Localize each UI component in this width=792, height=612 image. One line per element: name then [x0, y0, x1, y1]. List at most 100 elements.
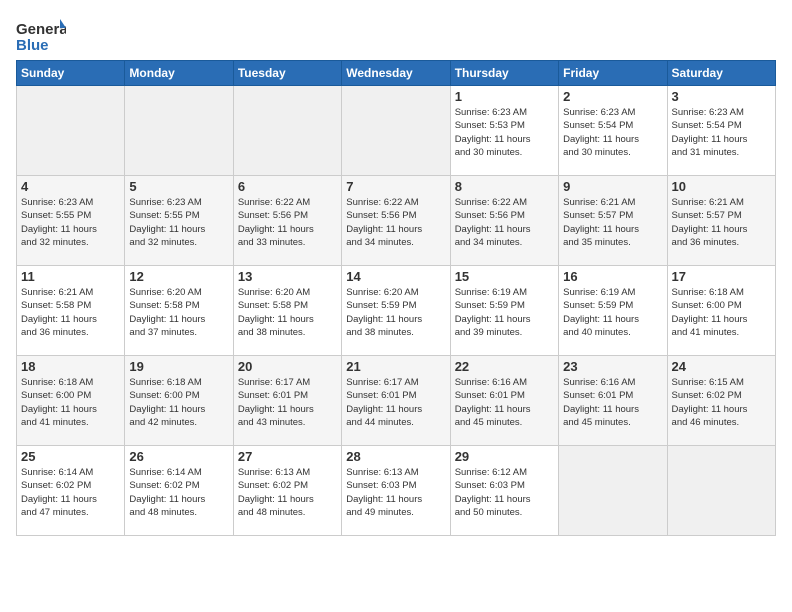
calendar-cell: 17 Sunrise: 6:18 AMSunset: 6:00 PMDayligh… [667, 266, 775, 356]
calendar-cell: 29 Sunrise: 6:12 AMSunset: 6:03 PMDayligh… [450, 446, 558, 536]
day-number: 13 [238, 269, 337, 284]
day-number: 25 [21, 449, 120, 464]
day-info: Sunrise: 6:14 AMSunset: 6:02 PMDaylight:… [21, 466, 120, 519]
day-number: 21 [346, 359, 445, 374]
calendar-cell: 25 Sunrise: 6:14 AMSunset: 6:02 PMDayligh… [17, 446, 125, 536]
calendar-week-row: 1 Sunrise: 6:23 AMSunset: 5:53 PMDaylight… [17, 86, 776, 176]
logo: General Blue [16, 16, 66, 56]
calendar-cell: 26Sunrise: 6:14 AMSunset: 6:02 PMDayligh… [125, 446, 233, 536]
calendar-cell: 3Sunrise: 6:23 AMSunset: 5:54 PMDaylight… [667, 86, 775, 176]
day-info: Sunrise: 6:13 AMSunset: 6:02 PMDaylight:… [238, 466, 337, 519]
day-info: Sunrise: 6:18 AMSunset: 6:00 PMDaylight:… [129, 376, 228, 429]
calendar-header-tuesday: Tuesday [233, 61, 341, 86]
day-number: 19 [129, 359, 228, 374]
day-number: 8 [455, 179, 554, 194]
day-info: Sunrise: 6:20 AMSunset: 5:59 PMDaylight:… [346, 286, 445, 339]
day-number: 2 [563, 89, 662, 104]
day-info: Sunrise: 6:17 AMSunset: 6:01 PMDaylight:… [238, 376, 337, 429]
calendar-week-row: 25 Sunrise: 6:14 AMSunset: 6:02 PMDayligh… [17, 446, 776, 536]
day-number: 15 [455, 269, 554, 284]
day-info: Sunrise: 6:13 AMSunset: 6:03 PMDaylight:… [346, 466, 445, 519]
day-info: Sunrise: 6:12 AMSunset: 6:03 PMDaylight:… [455, 466, 554, 519]
day-number: 4 [21, 179, 120, 194]
calendar-cell: 7 Sunrise: 6:22 AMSunset: 5:56 PMDaylight… [342, 176, 450, 266]
day-info: Sunrise: 6:21 AMSunset: 5:57 PMDaylight:… [672, 196, 771, 249]
day-info: Sunrise: 6:23 AMSunset: 5:54 PMDaylight:… [672, 106, 771, 159]
calendar-cell [667, 446, 775, 536]
calendar-cell: 14 Sunrise: 6:20 AMSunset: 5:59 PMDayligh… [342, 266, 450, 356]
day-number: 6 [238, 179, 337, 194]
calendar-cell: 8 Sunrise: 6:22 AMSunset: 5:56 PMDaylight… [450, 176, 558, 266]
day-number: 11 [21, 269, 120, 284]
calendar-header-row: SundayMondayTuesdayWednesdayThursdayFrid… [17, 61, 776, 86]
day-info: Sunrise: 6:23 AMSunset: 5:53 PMDaylight:… [455, 106, 554, 159]
calendar-cell [559, 446, 667, 536]
day-info: Sunrise: 6:19 AMSunset: 5:59 PMDaylight:… [563, 286, 662, 339]
calendar-cell: 11 Sunrise: 6:21 AMSunset: 5:58 PMDayligh… [17, 266, 125, 356]
calendar-cell: 16Sunrise: 6:19 AMSunset: 5:59 PMDayligh… [559, 266, 667, 356]
calendar-cell: 9 Sunrise: 6:21 AMSunset: 5:57 PMDaylight… [559, 176, 667, 266]
day-number: 14 [346, 269, 445, 284]
day-number: 26 [129, 449, 228, 464]
calendar-table: SundayMondayTuesdayWednesdayThursdayFrid… [16, 60, 776, 536]
calendar-week-row: 11 Sunrise: 6:21 AMSunset: 5:58 PMDayligh… [17, 266, 776, 356]
day-info: Sunrise: 6:18 AMSunset: 6:00 PMDaylight:… [21, 376, 120, 429]
calendar-cell: 19 Sunrise: 6:18 AMSunset: 6:00 PMDayligh… [125, 356, 233, 446]
calendar-header-monday: Monday [125, 61, 233, 86]
day-info: Sunrise: 6:16 AMSunset: 6:01 PMDaylight:… [455, 376, 554, 429]
day-info: Sunrise: 6:22 AMSunset: 5:56 PMDaylight:… [455, 196, 554, 249]
calendar-cell [125, 86, 233, 176]
calendar-cell: 27 Sunrise: 6:13 AMSunset: 6:02 PMDayligh… [233, 446, 341, 536]
day-number: 28 [346, 449, 445, 464]
day-number: 22 [455, 359, 554, 374]
logo-svg: General Blue [16, 16, 66, 56]
day-number: 12 [129, 269, 228, 284]
calendar-cell: 10 Sunrise: 6:21 AMSunset: 5:57 PMDayligh… [667, 176, 775, 266]
calendar-cell: 1 Sunrise: 6:23 AMSunset: 5:53 PMDaylight… [450, 86, 558, 176]
day-number: 20 [238, 359, 337, 374]
day-number: 7 [346, 179, 445, 194]
day-info: Sunrise: 6:18 AMSunset: 6:00 PMDaylight:… [672, 286, 771, 339]
calendar-cell [342, 86, 450, 176]
calendar-week-row: 4 Sunrise: 6:23 AMSunset: 5:55 PMDaylight… [17, 176, 776, 266]
day-info: Sunrise: 6:21 AMSunset: 5:58 PMDaylight:… [21, 286, 120, 339]
calendar-cell: 13 Sunrise: 6:20 AMSunset: 5:58 PMDayligh… [233, 266, 341, 356]
calendar-cell: 5Sunrise: 6:23 AMSunset: 5:55 PMDaylight… [125, 176, 233, 266]
day-info: Sunrise: 6:21 AMSunset: 5:57 PMDaylight:… [563, 196, 662, 249]
svg-text:General: General [16, 21, 66, 38]
calendar-header-wednesday: Wednesday [342, 61, 450, 86]
calendar-cell: 28 Sunrise: 6:13 AMSunset: 6:03 PMDayligh… [342, 446, 450, 536]
day-number: 1 [455, 89, 554, 104]
day-number: 10 [672, 179, 771, 194]
svg-text:Blue: Blue [16, 37, 49, 54]
day-info: Sunrise: 6:15 AMSunset: 6:02 PMDaylight:… [672, 376, 771, 429]
calendar-cell: 6 Sunrise: 6:22 AMSunset: 5:56 PMDaylight… [233, 176, 341, 266]
day-number: 24 [672, 359, 771, 374]
calendar-header-sunday: Sunday [17, 61, 125, 86]
calendar-cell: 15Sunrise: 6:19 AMSunset: 5:59 PMDayligh… [450, 266, 558, 356]
day-number: 29 [455, 449, 554, 464]
day-info: Sunrise: 6:17 AMSunset: 6:01 PMDaylight:… [346, 376, 445, 429]
day-info: Sunrise: 6:22 AMSunset: 5:56 PMDaylight:… [346, 196, 445, 249]
calendar-header-thursday: Thursday [450, 61, 558, 86]
day-number: 17 [672, 269, 771, 284]
day-info: Sunrise: 6:20 AMSunset: 5:58 PMDaylight:… [129, 286, 228, 339]
calendar-cell: 22 Sunrise: 6:16 AMSunset: 6:01 PMDayligh… [450, 356, 558, 446]
day-info: Sunrise: 6:23 AMSunset: 5:54 PMDaylight:… [563, 106, 662, 159]
day-number: 5 [129, 179, 228, 194]
day-number: 18 [21, 359, 120, 374]
day-info: Sunrise: 6:20 AMSunset: 5:58 PMDaylight:… [238, 286, 337, 339]
calendar-cell [17, 86, 125, 176]
day-info: Sunrise: 6:16 AMSunset: 6:01 PMDaylight:… [563, 376, 662, 429]
day-info: Sunrise: 6:23 AMSunset: 5:55 PMDaylight:… [21, 196, 120, 249]
calendar-header-saturday: Saturday [667, 61, 775, 86]
calendar-cell: 23 Sunrise: 6:16 AMSunset: 6:01 PMDayligh… [559, 356, 667, 446]
day-number: 9 [563, 179, 662, 194]
calendar-cell: 24 Sunrise: 6:15 AMSunset: 6:02 PMDayligh… [667, 356, 775, 446]
day-number: 23 [563, 359, 662, 374]
calendar-cell: 12 Sunrise: 6:20 AMSunset: 5:58 PMDayligh… [125, 266, 233, 356]
calendar-cell: 4 Sunrise: 6:23 AMSunset: 5:55 PMDaylight… [17, 176, 125, 266]
day-info: Sunrise: 6:22 AMSunset: 5:56 PMDaylight:… [238, 196, 337, 249]
day-number: 27 [238, 449, 337, 464]
calendar-cell: 21 Sunrise: 6:17 AMSunset: 6:01 PMDayligh… [342, 356, 450, 446]
